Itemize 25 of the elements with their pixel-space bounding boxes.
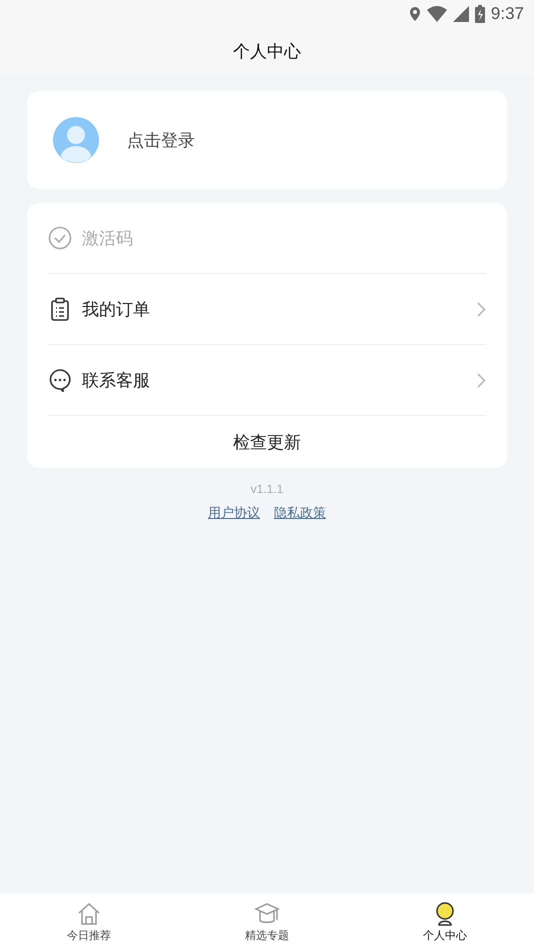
clipboard-icon xyxy=(48,297,72,321)
chat-bubble-icon xyxy=(48,368,72,392)
nav-tab[interactable]: 精选专题 xyxy=(178,893,356,950)
house-icon xyxy=(76,900,102,926)
battery-icon xyxy=(474,5,485,23)
nav-tab[interactable]: 个人中心 xyxy=(356,893,534,950)
chevron-right-icon xyxy=(477,302,486,316)
version-text: v1.1.1 xyxy=(250,482,284,496)
login-text: 点击登录 xyxy=(127,130,195,152)
status-time: 9:37 xyxy=(490,4,524,24)
nav-tab[interactable]: 今日推荐 xyxy=(0,893,178,950)
location-icon xyxy=(408,6,421,22)
menu-label: 联系客服 xyxy=(82,370,151,392)
policy-link[interactable]: 隐私政策 xyxy=(274,504,326,522)
menu-label: 我的订单 xyxy=(82,298,151,320)
policy-link[interactable]: 用户协议 xyxy=(208,504,260,522)
profile-card[interactable]: 点击登录 xyxy=(27,91,507,189)
chevron-right-icon xyxy=(477,372,486,388)
page-title: 个人中心 xyxy=(233,41,301,63)
signal-icon xyxy=(452,6,469,22)
wifi-icon xyxy=(426,6,447,22)
menu-label: 激活码 xyxy=(82,228,134,250)
check-update-item[interactable]: 检查更新 xyxy=(48,416,486,468)
avatar-icon xyxy=(53,117,99,163)
check-circle-icon xyxy=(48,226,72,250)
